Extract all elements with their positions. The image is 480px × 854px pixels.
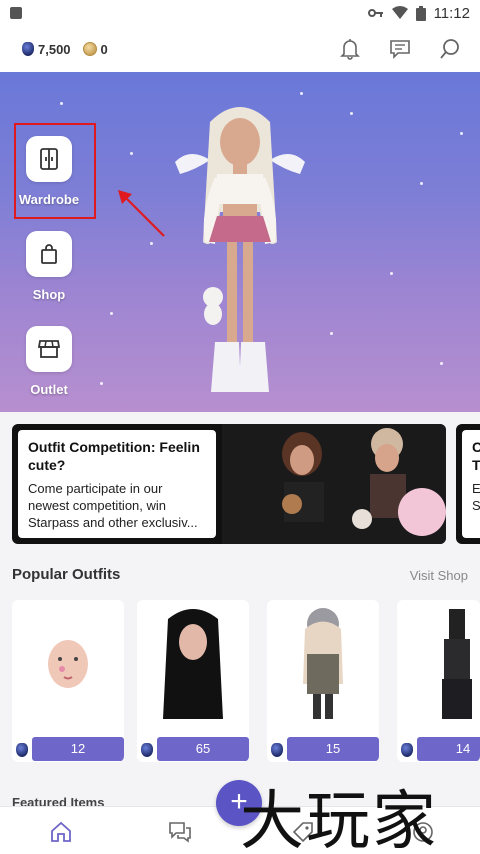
shop-button[interactable]: [26, 231, 72, 277]
price-button[interactable]: 65: [157, 737, 249, 761]
top-bar: 7,500 0: [0, 26, 480, 72]
key-icon: [367, 9, 383, 17]
coin-count: 0: [100, 41, 108, 57]
gem-count: 7,500: [38, 41, 71, 57]
gem-icon: [401, 743, 413, 757]
arrow-icon: [118, 190, 165, 237]
gem-icon: [22, 42, 34, 56]
coin-balance[interactable]: 0: [82, 41, 108, 57]
outfit-image: [12, 600, 124, 728]
outlet-button[interactable]: [26, 326, 72, 372]
gem-balance[interactable]: 7,500: [22, 42, 71, 57]
outfit-image: [397, 600, 480, 728]
search-icon[interactable]: [438, 37, 462, 61]
banner-title: Outfit Competition: Feelin cute?: [28, 439, 200, 473]
price-button[interactable]: 12: [32, 737, 124, 761]
banner-artwork: [222, 424, 446, 544]
outfit-card[interactable]: 15: [267, 600, 379, 762]
status-time: 11:12: [433, 4, 470, 22]
next-banner-title: C T: [472, 439, 480, 473]
avatar-figure: [175, 107, 305, 392]
chat-icon[interactable]: [167, 819, 193, 845]
outfit-card[interactable]: 14: [397, 600, 480, 762]
bell-icon[interactable]: [338, 37, 362, 61]
shopping-bag-icon: [41, 244, 57, 264]
next-banner[interactable]: C T E S: [456, 424, 480, 544]
next-banner-description: E S: [472, 481, 480, 513]
outlet-label: Outlet: [30, 382, 68, 397]
price-button[interactable]: 15: [287, 737, 379, 761]
home-icon[interactable]: [48, 819, 74, 845]
battery-icon: [415, 5, 426, 21]
coin-icon: [82, 42, 97, 56]
popular-outfits-title: Popular Outfits: [12, 566, 121, 583]
outfit-image: [267, 600, 379, 728]
visit-shop-link[interactable]: Visit Shop: [410, 568, 468, 583]
watermark: 大玩家: [240, 785, 438, 854]
gem-icon: [271, 743, 283, 757]
price-button[interactable]: 14: [417, 737, 480, 761]
storefront-icon: [38, 340, 60, 358]
outfit-card[interactable]: 65: [137, 600, 249, 762]
banner-card: Outfit Competition: Feelin cute? Come pa…: [18, 430, 216, 538]
wifi-icon: [391, 6, 408, 19]
next-banner-card: C T E S: [462, 430, 480, 538]
shop-label: Shop: [32, 287, 66, 302]
status-bar: 11:12: [0, 0, 480, 26]
notification-icon: [10, 7, 22, 19]
messages-icon[interactable]: [388, 37, 412, 61]
highlight-box: [14, 123, 96, 219]
outfit-image: [137, 600, 249, 728]
gem-icon: [141, 743, 153, 757]
competition-banner[interactable]: Outfit Competition: Feelin cute? Come pa…: [12, 424, 446, 544]
avatar-hero: Wardrobe Shop Outlet: [0, 72, 480, 412]
outfit-card[interactable]: 12: [12, 600, 124, 762]
banner-description: Come participate in our newest competiti…: [28, 481, 198, 530]
gem-icon: [16, 743, 28, 757]
